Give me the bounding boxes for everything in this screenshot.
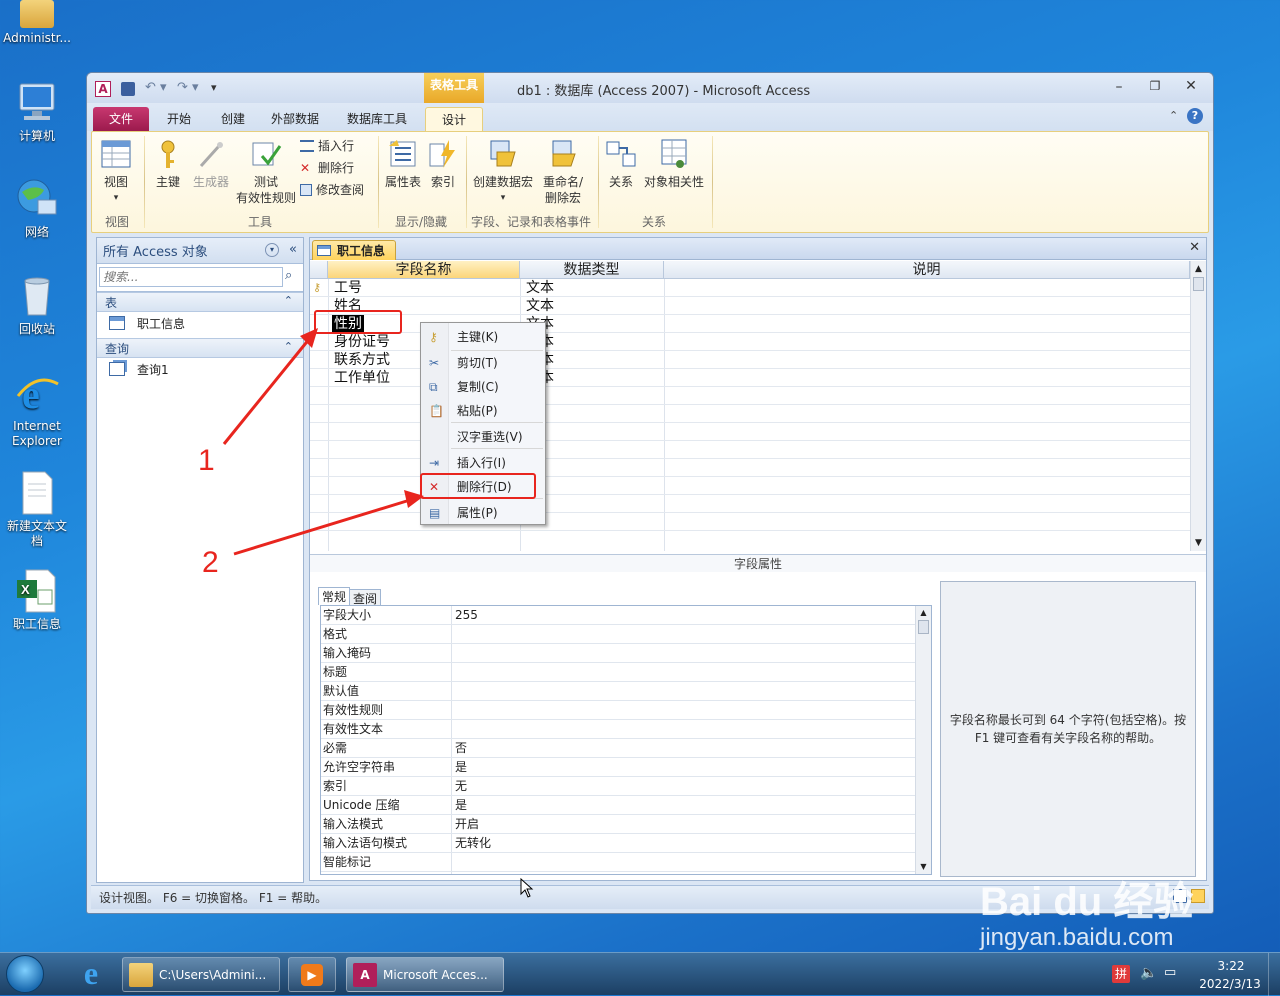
volume-icon[interactable]: 🔈: [1140, 965, 1157, 981]
clock-date[interactable]: 2022/3/13: [1192, 977, 1268, 991]
media-player-icon: ▶: [301, 963, 323, 986]
annotation-arrows: [222, 328, 424, 556]
ime-indicator[interactable]: 拼: [1112, 965, 1130, 983]
access-icon: A: [353, 962, 377, 987]
network-tray-icon[interactable]: ▭: [1164, 965, 1176, 980]
annotation-number-1: 1: [198, 444, 215, 477]
baidu-watermark: Bai du 经验 jingyan.baidu.com: [980, 880, 1194, 951]
mouse-cursor-icon: [520, 878, 534, 898]
taskbar: e C:\Users\Admini... ▶ A Microsoft Acces…: [0, 952, 1280, 996]
taskbar-access-window[interactable]: A Microsoft Acces...: [346, 957, 504, 992]
taskbar-explorer-window[interactable]: C:\Users\Admini...: [122, 957, 280, 992]
taskbar-internet-explorer-icon[interactable]: e: [74, 957, 108, 991]
clock-time[interactable]: 3:22: [1202, 959, 1260, 973]
start-button-icon[interactable]: [6, 955, 44, 993]
show-desktop-button[interactable]: [1268, 953, 1280, 996]
annotation-number-2: 2: [202, 546, 219, 579]
folder-icon: [129, 962, 153, 987]
taskbar-media-player[interactable]: ▶: [288, 957, 336, 992]
